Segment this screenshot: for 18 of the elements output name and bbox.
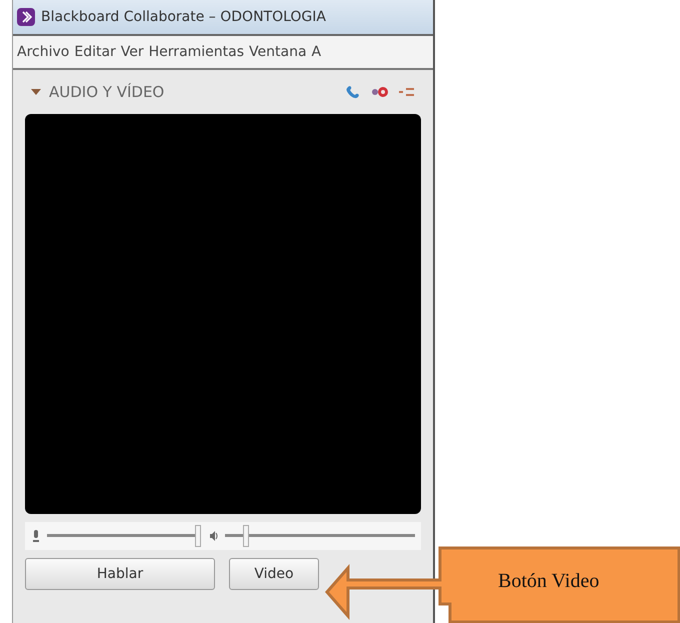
menu-item[interactable]: Archivo (17, 44, 70, 60)
menu-item[interactable]: A (312, 44, 322, 60)
callout-label: Botón Video (498, 570, 600, 593)
menu-item[interactable]: Ver (120, 44, 144, 60)
slider-thumb[interactable] (195, 525, 201, 547)
speaker-icon (209, 529, 219, 543)
slider-thumb[interactable] (243, 525, 250, 547)
menu-item[interactable]: Ventana (249, 44, 307, 60)
panel-title: AUDIO Y VÍDEO (49, 83, 166, 101)
video-button[interactable]: Video (229, 558, 319, 590)
microphone-icon (31, 529, 41, 543)
app-logo-icon (17, 8, 35, 26)
menu-icon[interactable] (399, 85, 415, 99)
talk-button[interactable]: Hablar (25, 558, 215, 590)
volume-slider[interactable] (47, 525, 201, 547)
window-title: Blackboard Collaborate – ODONTOLOGIA (41, 9, 326, 25)
menu-item[interactable]: Editar (74, 44, 116, 60)
menu-item[interactable]: Herramientas (148, 44, 244, 60)
